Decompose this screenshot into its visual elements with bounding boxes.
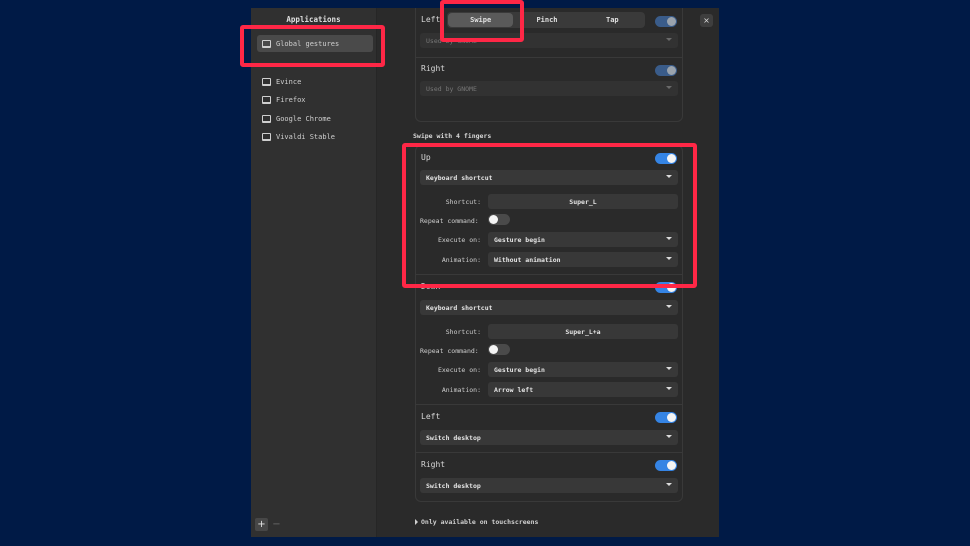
main-panel: Left Used by GNOME Right Used by GNOME S… — [377, 8, 719, 537]
sidebar-item-label: Firefox — [276, 95, 306, 104]
dropdown-value: Keyboard shortcut — [426, 173, 493, 182]
animation-label: Animation: — [441, 256, 481, 264]
tab-bar: Swipe Pinch Tap — [447, 12, 645, 28]
four-left-action-dropdown[interactable]: Switch desktop — [420, 430, 678, 445]
up-execute-dropdown[interactable]: Gesture begin — [488, 232, 678, 247]
up-toggle[interactable] — [655, 153, 677, 164]
down-repeat-toggle[interactable] — [488, 344, 510, 355]
up-animation-dropdown[interactable]: Without animation — [488, 252, 678, 267]
down-animation-dropdown[interactable]: Arrow left — [488, 382, 678, 397]
dropdown-value: Switch desktop — [426, 481, 481, 490]
dropdown-value: Used by GNOME — [426, 36, 477, 45]
dropdown-value: Switch desktop — [426, 433, 481, 442]
chevron-right-icon — [415, 519, 418, 525]
chevron-down-icon — [666, 86, 672, 89]
sidebar-item-label: Google Chrome — [276, 114, 331, 123]
chevron-down-icon — [666, 257, 672, 260]
dropdown-value: Gesture begin — [494, 235, 545, 244]
close-button[interactable]: × — [700, 14, 713, 27]
sidebar-item-label: Evince — [276, 77, 302, 86]
row-title-right: Right — [421, 460, 446, 469]
chevron-down-icon — [666, 305, 672, 308]
add-app-button[interactable]: + — [255, 518, 268, 531]
row-title-up: Up — [421, 153, 431, 162]
monitor-icon — [262, 114, 271, 123]
sidebar: Applications Global gestures Evince Fire… — [251, 8, 377, 537]
divider — [416, 404, 682, 405]
shortcut-label: Shortcut: — [445, 328, 481, 336]
down-action-dropdown[interactable]: Keyboard shortcut — [420, 300, 678, 315]
chevron-down-icon — [666, 483, 672, 486]
dropdown-value: Gesture begin — [494, 365, 545, 374]
sidebar-item-label: Global gestures — [276, 39, 340, 48]
down-execute-dropdown[interactable]: Gesture begin — [488, 362, 678, 377]
chevron-down-icon — [666, 387, 672, 390]
row-title-down: Down — [421, 282, 441, 291]
repeat-label: Repeat command: — [420, 217, 479, 225]
left-toggle[interactable] — [655, 16, 677, 27]
sidebar-item-firefox[interactable]: Firefox — [257, 91, 373, 108]
tab-pinch[interactable]: Pinch — [514, 12, 579, 28]
up-repeat-toggle[interactable] — [488, 214, 510, 225]
sidebar-item-global-gestures[interactable]: Global gestures — [257, 35, 373, 52]
sidebar-item-vivaldi-stable[interactable]: Vivaldi Stable — [257, 128, 373, 145]
sidebar-item-google-chrome[interactable]: Google Chrome — [257, 110, 373, 127]
chevron-down-icon — [666, 367, 672, 370]
right-action-dropdown[interactable]: Used by GNOME — [420, 81, 678, 96]
divider — [416, 274, 682, 275]
touchscreen-expander[interactable]: Only available on touchscreens — [415, 518, 538, 526]
monitor-icon — [262, 95, 271, 104]
shortcut-label: Shortcut: — [445, 198, 481, 206]
four-left-toggle[interactable] — [655, 412, 677, 423]
execute-label: Execute on: — [437, 236, 481, 244]
remove-app-button[interactable]: − — [270, 518, 283, 531]
right-toggle[interactable] — [655, 65, 677, 76]
chevron-down-icon — [666, 237, 672, 240]
execute-label: Execute on: — [437, 366, 481, 374]
monitor-icon — [262, 77, 271, 86]
dropdown-value: Keyboard shortcut — [426, 303, 493, 312]
tab-swipe[interactable]: Swipe — [448, 13, 514, 27]
chevron-down-icon — [666, 175, 672, 178]
up-action-dropdown[interactable]: Keyboard shortcut — [420, 170, 678, 185]
four-right-toggle[interactable] — [655, 460, 677, 471]
down-shortcut-field[interactable]: Super_L+a — [488, 324, 678, 339]
row-title: Right — [421, 64, 446, 73]
sidebar-item-evince[interactable]: Evince — [257, 73, 373, 90]
up-shortcut-field[interactable]: Super_L — [488, 194, 678, 209]
left-action-dropdown[interactable]: Used by GNOME — [420, 33, 678, 48]
tab-tap[interactable]: Tap — [580, 12, 645, 28]
chevron-down-icon — [666, 435, 672, 438]
row-title: Left — [421, 15, 441, 24]
dropdown-value: Arrow left — [494, 385, 534, 394]
down-toggle[interactable] — [655, 282, 677, 293]
sidebar-title: Applications — [286, 15, 341, 24]
divider — [416, 57, 682, 58]
dropdown-value: Without animation — [494, 255, 561, 264]
four-finger-card: Up Keyboard shortcut Shortcut: Super_L R… — [415, 145, 683, 502]
row-title-left: Left — [421, 412, 441, 421]
four-right-action-dropdown[interactable]: Switch desktop — [420, 478, 678, 493]
monitor-icon — [262, 132, 271, 141]
dropdown-value: Used by GNOME — [426, 84, 477, 93]
monitor-icon — [262, 39, 271, 48]
sidebar-actions: + − — [255, 518, 283, 531]
gestures-window: Applications Global gestures Evince Fire… — [251, 8, 719, 537]
animation-label: Animation: — [441, 386, 481, 394]
chevron-down-icon — [666, 38, 672, 41]
repeat-label: Repeat command: — [420, 347, 479, 355]
sidebar-item-label: Vivaldi Stable — [276, 132, 336, 141]
section-title: Swipe with 4 fingers — [413, 132, 492, 140]
divider — [416, 452, 682, 453]
footer-note-text: Only available on touchscreens — [421, 518, 539, 526]
